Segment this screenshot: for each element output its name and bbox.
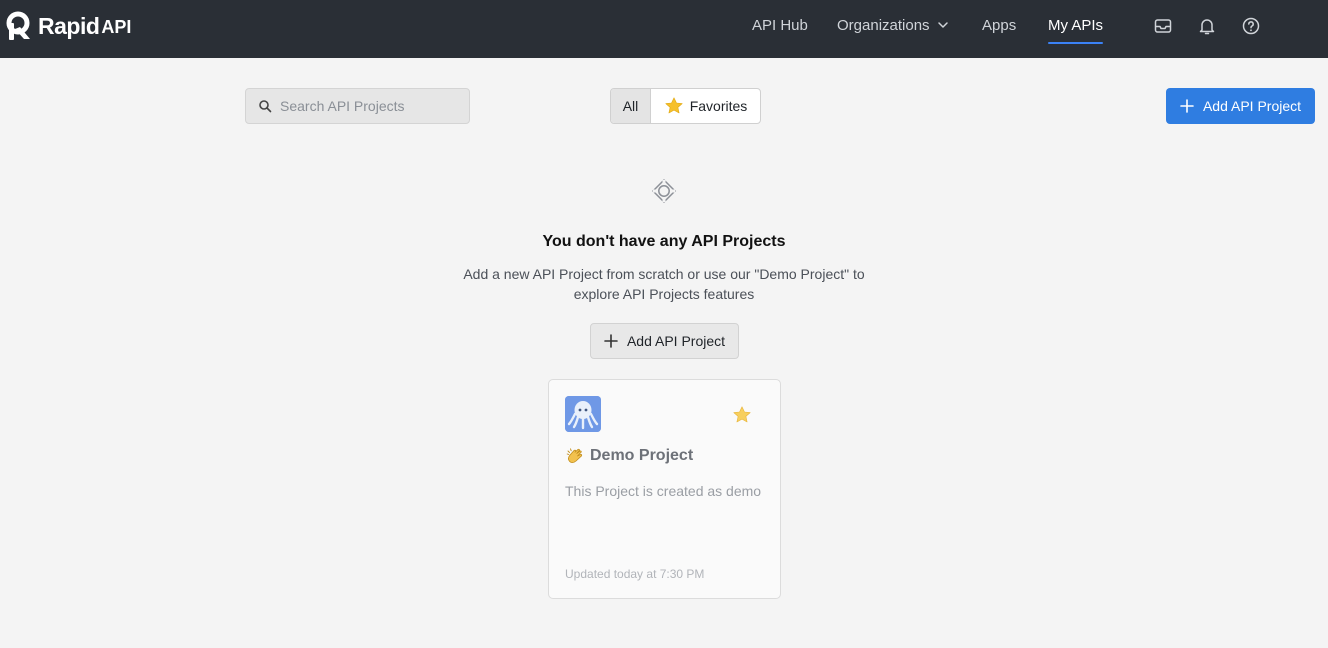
add-api-project-button[interactable]: Add API Project (1166, 88, 1315, 124)
favorite-star-icon[interactable] (732, 405, 752, 425)
empty-add-api-project-button[interactable]: Add API Project (590, 323, 739, 359)
filter-toggle: All Favorites (610, 88, 761, 124)
project-title-text: Demo Project (590, 447, 694, 464)
project-updated-time: Updated today at 7:30 PM (565, 567, 705, 581)
logo-suffix: API (101, 17, 132, 37)
rapidapi-logo[interactable]: Rapid API (6, 11, 131, 41)
chevron-down-icon (937, 22, 948, 28)
demo-project-card[interactable]: Demo Project This Project is created as … (548, 379, 781, 599)
nav-api-hub-label: API Hub (752, 17, 808, 34)
project-title: Demo Project (565, 446, 693, 466)
help-icon[interactable] (1241, 16, 1261, 36)
nav-api-hub[interactable]: API Hub (752, 17, 808, 39)
filter-favorites-label: Favorites (689, 98, 748, 114)
active-tab-indicator (1048, 42, 1104, 44)
octopus-icon (565, 396, 601, 432)
star-icon (665, 97, 683, 114)
nav-organizations[interactable]: Organizations (837, 17, 949, 39)
nav-my-apis-label: My APIs (1048, 17, 1104, 34)
empty-add-api-project-label: Add API Project (626, 333, 726, 349)
nav-apps-label: Apps (982, 17, 1017, 34)
filter-all-button[interactable]: All (611, 89, 651, 123)
plus-icon (1180, 99, 1194, 113)
search-icon (259, 100, 272, 113)
nav-organizations-label: Organizations (837, 17, 930, 34)
nav-my-apis[interactable]: My APIs (1048, 17, 1104, 44)
bell-icon[interactable] (1197, 16, 1217, 36)
inbox-icon[interactable] (1153, 16, 1173, 36)
add-api-project-label: Add API Project (1202, 98, 1302, 114)
logo-text: Rapid (38, 12, 100, 39)
search-box[interactable] (245, 88, 470, 124)
clapping-hands-icon (566, 448, 583, 463)
empty-projects-icon (652, 179, 676, 203)
plus-icon (604, 334, 618, 348)
filter-favorites-button[interactable]: Favorites (651, 89, 760, 123)
top-nav-bar: Rapid API API Hub Organizations Apps My … (0, 0, 1328, 58)
empty-state-description: Add a new API Project from scratch or us… (463, 266, 865, 302)
nav-apps[interactable]: Apps (982, 17, 1016, 39)
rapidapi-logo-icon (6, 11, 30, 40)
project-avatar (565, 396, 601, 432)
empty-state-title: You don't have any API Projects (542, 233, 786, 250)
project-description: This Project is created as demo (565, 483, 762, 499)
search-input[interactable] (280, 98, 460, 114)
